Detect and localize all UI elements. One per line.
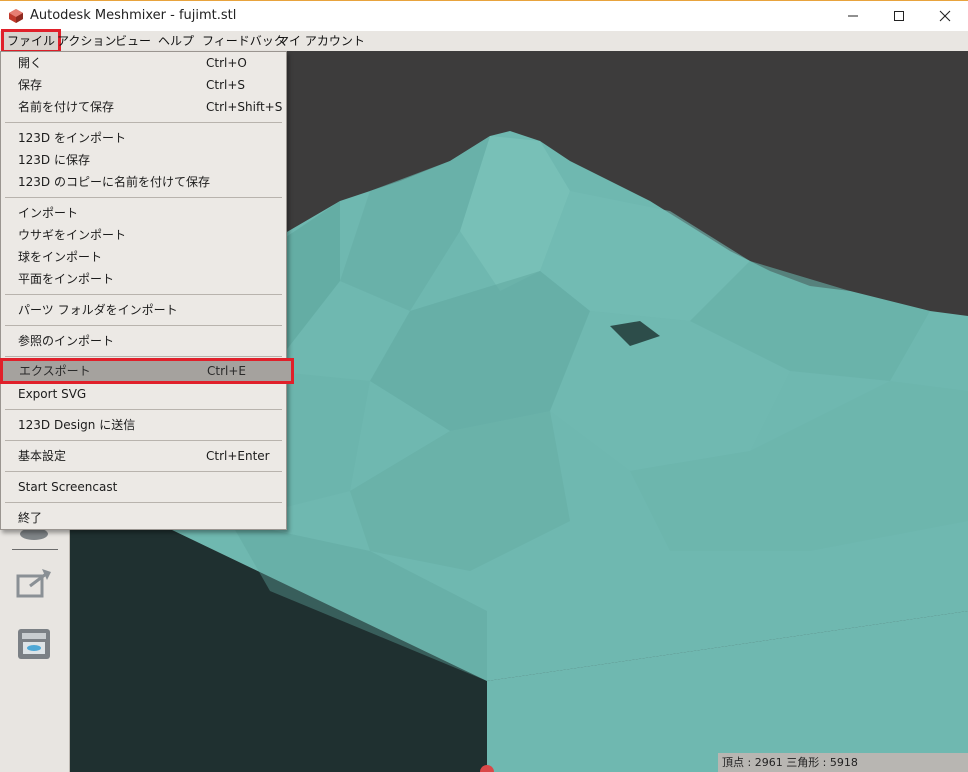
menu-item-exit[interactable]: 終了 [1,507,286,529]
menu-item-label: エクスポート [19,364,91,378]
menu-item-label: 保存 [18,78,43,92]
menu-item-label: 開く [18,56,43,70]
menu-bar: ファイル アクション ビュー ヘルプ フィードバック マイ アカウント [0,29,968,53]
menu-separator [5,325,282,326]
window-title: Autodesk Meshmixer - fujimt.stl [30,8,237,23]
menu-item-import[interactable]: インポート [1,202,286,224]
menu-file[interactable]: ファイル [0,29,62,53]
menu-item-import-plane[interactable]: 平面をインポート [1,268,286,290]
menu-item-save-123d[interactable]: 123D に保存 [1,149,286,171]
title-bar: Autodesk Meshmixer - fujimt.stl [0,0,968,31]
menu-separator [5,440,282,441]
menu-item-label: 基本設定 [18,449,67,463]
menu-item-save-copy-123d[interactable]: 123D のコピーに名前を付けて保存 [1,171,286,193]
menu-item-label: 123D に保存 [18,153,90,167]
menu-item-label: 123D のコピーに名前を付けて保存 [18,175,210,189]
menu-item-label: 球をインポート [18,250,103,264]
file-menu-dropdown: 開く Ctrl+O 保存 Ctrl+S 名前を付けて保存 Ctrl+Shift+… [0,51,294,530]
menu-item-preferences[interactable]: 基本設定 Ctrl+Enter [1,445,286,467]
menu-item-label: 123D をインポート [18,131,126,145]
menu-item-label: ウサギをインポート [18,228,127,242]
menu-item-import-parts-folder[interactable]: パーツ フォルダをインポート [1,299,286,321]
menu-item-send-123d-design[interactable]: 123D Design に送信 [1,414,286,436]
meshmixer-logo-icon [9,9,23,23]
menu-item-import-reference[interactable]: 参照のインポート [1,330,286,352]
menu-item-start-screencast[interactable]: Start Screencast [1,476,286,498]
menu-item-label: Start Screencast [18,480,118,494]
menu-separator [5,122,282,123]
menu-separator [5,356,282,357]
menu-item-import-sphere[interactable]: 球をインポート [1,246,286,268]
menu-item-label: インポート [18,206,79,220]
menu-item-shortcut: Ctrl+S [206,78,246,92]
menu-item-shortcut: Ctrl+Enter [206,449,270,463]
menu-separator [5,197,282,198]
export-icon[interactable] [14,564,54,604]
minimize-icon [848,15,858,17]
menu-item-shortcut: Ctrl+Shift+S [206,100,283,114]
close-icon [939,10,951,22]
minimize-button[interactable] [830,1,876,31]
menu-item-save-as[interactable]: 名前を付けて保存 Ctrl+Shift+S [1,96,286,118]
menu-item-import-123d[interactable]: 123D をインポート [1,127,286,149]
menu-item-shortcut: Ctrl+E [207,364,246,378]
menu-item-export[interactable]: エクスポート Ctrl+E [0,358,294,384]
menu-item-import-bunny[interactable]: ウサギをインポート [1,224,286,246]
maximize-icon [894,11,904,21]
menu-item-label: パーツ フォルダをインポート [18,303,178,317]
menu-item-label: Export SVG [18,387,87,401]
menu-separator [5,409,282,410]
mesh-stats-status: 頂点 : 2961 三角形 : 5918 [718,753,968,772]
menu-item-label: 平面をインポート [18,272,115,286]
menu-item-open[interactable]: 開く Ctrl+O [1,52,286,74]
maximize-button[interactable] [876,1,922,31]
menu-separator [5,294,282,295]
menu-item-label: 名前を付けて保存 [18,100,115,114]
menu-item-label: 123D Design に送信 [18,418,136,432]
menu-item-export-svg[interactable]: Export SVG [1,383,286,405]
menu-help[interactable]: ヘルプ [154,31,198,51]
menu-item-label: 参照のインポート [18,334,115,348]
menu-item-save[interactable]: 保存 Ctrl+S [1,74,286,96]
menu-separator [5,471,282,472]
print-icon[interactable] [14,623,54,663]
close-button[interactable] [922,1,968,31]
menu-separator [5,502,282,503]
menu-my-account[interactable]: マイ アカウント [273,31,369,51]
menu-view[interactable]: ビュー [111,31,155,51]
menu-item-label: 終了 [18,511,43,525]
menu-item-shortcut: Ctrl+O [206,56,247,70]
